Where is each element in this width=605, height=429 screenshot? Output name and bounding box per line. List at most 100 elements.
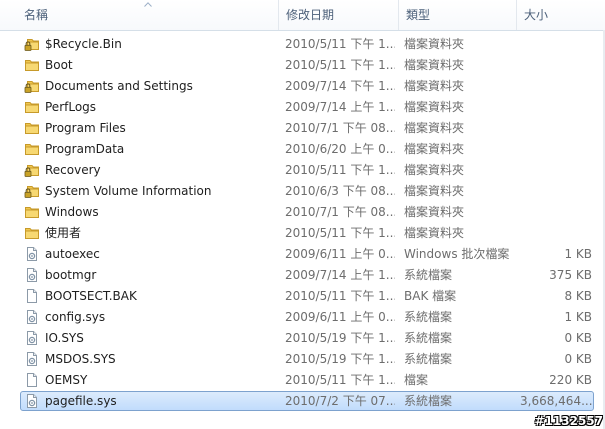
file-type: 檔案資料夾 [404,121,465,135]
file-size: 1 KB [564,310,592,324]
locked-folder-icon [24,36,40,52]
file-date: 2009/7/14 上午 1... [285,268,395,282]
file-row[interactable]: PerfLogs 2009/7/14 上午 1... 檔案資料夾 [0,97,605,118]
file-row[interactable]: OEMSY 2010/5/11 下午 1... 檔案 220 KB [0,370,605,391]
file-type: 檔案 [404,373,429,387]
file-name: System Volume Information [45,184,212,198]
file-type: 系統檔案 [404,352,453,366]
file-name: Program Files [45,121,126,135]
file-type: 檔案資料夾 [404,184,465,198]
file-name: Boot [45,58,73,72]
settings-file-icon [24,393,40,409]
column-header-size[interactable]: 大小 [516,0,605,30]
file-date: 2010/5/19 下午 1... [285,352,395,366]
blank-file-icon [24,372,40,388]
file-name: ProgramData [45,142,125,156]
file-type: 檔案資料夾 [404,79,465,93]
locked-folder-icon [24,78,40,94]
settings-file-icon [24,246,40,262]
file-size: 0 KB [564,352,592,366]
file-row[interactable]: Documents and Settings 2009/7/14 下午 1... 檔… [0,76,605,97]
file-row[interactable]: Windows 2010/7/1 下午 08... 檔案資料夾 [0,202,605,223]
folder-icon [24,141,40,157]
file-row[interactable]: MSDOS.SYS 2010/5/19 下午 1... 系統檔案 0 KB [0,349,605,370]
file-row[interactable]: pagefile.sys 2010/7/2 下午 07... 系統檔案 3,668,4… [0,391,605,412]
file-type: 檔案資料夾 [404,58,465,72]
locked-folder-icon [24,162,40,178]
file-date: 2009/6/11 上午 0... [285,247,395,261]
settings-file-icon [24,351,40,367]
folder-icon [24,204,40,220]
file-date: 2010/7/2 下午 07... [285,394,395,408]
file-row[interactable]: $Recycle.Bin 2010/5/11 下午 1... 檔案資料夾 [0,34,605,55]
file-date: 2010/7/1 下午 08... [285,205,395,219]
file-date: 2009/7/14 上午 1... [285,100,395,114]
folder-icon [24,225,40,241]
column-header-date[interactable]: 修改日期 [278,0,398,30]
file-name: $Recycle.Bin [45,37,122,51]
file-row[interactable]: Boot 2010/5/11 下午 1... 檔案資料夾 [0,55,605,76]
file-type: 系統檔案 [404,331,453,345]
file-date: 2010/5/11 下午 1... [285,373,395,387]
file-row[interactable]: config.sys 2009/6/11 上午 0... 系統檔案 1 KB [0,307,605,328]
file-type: 系統檔案 [404,310,453,324]
file-date: 2010/6/3 下午 08... [285,184,395,198]
file-row[interactable]: Recovery 2010/5/11 下午 1... 檔案資料夾 [0,160,605,181]
file-row[interactable]: BOOTSECT.BAK 2010/5/11 下午 1... BAK 檔案 8 KB [0,286,605,307]
file-name: bootmgr [45,268,97,282]
file-type: BAK 檔案 [404,289,457,303]
file-size: 375 KB [549,268,592,282]
file-row[interactable]: IO.SYS 2010/5/19 下午 1... 系統檔案 0 KB [0,328,605,349]
file-name: MSDOS.SYS [45,352,116,366]
file-date: 2010/5/11 下午 1... [285,58,395,72]
file-date: 2009/6/11 上午 0... [285,310,395,324]
file-name: Recovery [45,163,101,177]
file-row[interactable]: 使用者 2010/5/11 下午 1... 檔案資料夾 [0,223,605,244]
folder-icon [24,120,40,136]
file-size: 0 KB [564,331,592,345]
file-name: pagefile.sys [45,394,117,408]
column-header-name[interactable]: 名稱 [20,0,278,30]
file-date: 2010/5/11 下午 1... [285,226,395,240]
file-row[interactable]: Program Files 2010/7/1 下午 08... 檔案資料夾 [0,118,605,139]
file-size: 3,668,464... [520,394,592,408]
file-row[interactable]: ProgramData 2010/6/20 上午 0... 檔案資料夾 [0,139,605,160]
file-name: config.sys [45,310,106,324]
file-row[interactable]: bootmgr 2009/7/14 上午 1... 系統檔案 375 KB [0,265,605,286]
file-type: Windows 批次檔案 [404,247,510,261]
settings-file-icon [24,309,40,325]
file-name: BOOTSECT.BAK [45,289,137,303]
file-date: 2009/7/14 下午 1... [285,79,395,93]
file-type: 檔案資料夾 [404,163,465,177]
blank-file-icon [24,288,40,304]
file-type: 檔案資料夾 [404,100,465,114]
file-type: 系統檔案 [404,268,453,282]
file-type: 檔案資料夾 [404,37,465,51]
file-date: 2010/5/11 下午 1... [285,289,395,303]
file-date: 2010/6/20 上午 0... [285,142,395,156]
file-list: $Recycle.Bin 2010/5/11 下午 1... 檔案資料夾 Boot 20… [0,34,605,412]
file-date: 2010/5/11 下午 1... [285,37,395,51]
file-name: OEMSY [45,373,88,387]
file-name: IO.SYS [45,331,84,345]
file-type: 檔案資料夾 [404,205,465,219]
file-size: 8 KB [564,289,592,303]
file-name: Documents and Settings [45,79,193,93]
file-row[interactable]: autoexec 2009/6/11 上午 0... Windows 批次檔案 1 K… [0,244,605,265]
column-header-type[interactable]: 類型 [398,0,516,30]
file-type: 檔案資料夾 [404,142,465,156]
folder-icon [24,57,40,73]
locked-folder-icon [24,183,40,199]
file-size: 1 KB [564,247,592,261]
settings-file-icon [24,267,40,283]
watermark-text: #1132557 [534,414,603,428]
file-date: 2010/5/19 下午 1... [285,331,395,345]
file-row[interactable]: System Volume Information 2010/6/3 下午 08.… [0,181,605,202]
file-name: Windows [45,205,99,219]
column-header-bar: 名稱 修改日期 類型 大小 [0,0,605,31]
folder-icon [24,99,40,115]
file-type: 檔案資料夾 [404,226,465,240]
file-name: PerfLogs [45,100,97,114]
file-date: 2010/7/1 下午 08... [285,121,395,135]
settings-file-icon [24,330,40,346]
